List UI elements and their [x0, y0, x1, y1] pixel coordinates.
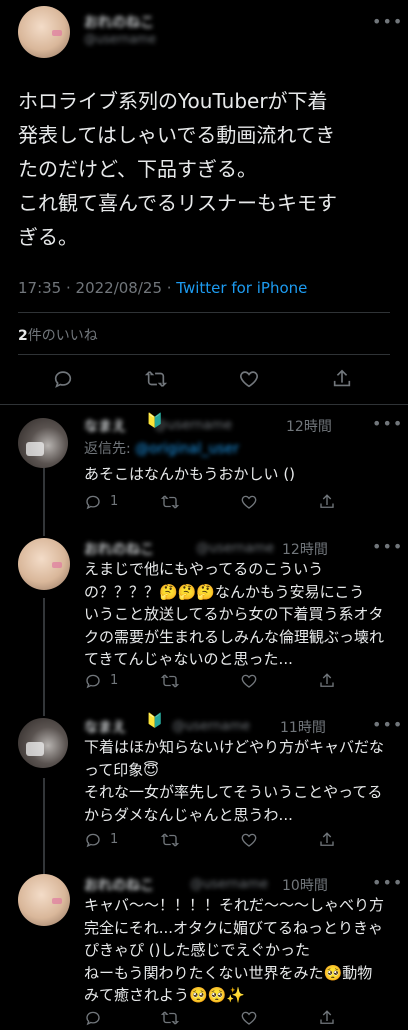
reply-time[interactable]: 10時間	[282, 875, 328, 895]
reply-text-line: ねーもう関わりたくない世界をみた🥺動物	[84, 963, 373, 982]
like-icon[interactable]	[240, 493, 258, 511]
thread-line	[43, 778, 45, 874]
thread-line	[43, 466, 45, 536]
reply-text-line: 完全にそれ...オタクに媚びてるねっとりきゃ	[84, 918, 384, 937]
reply-to-handle[interactable]: @original_user	[135, 441, 239, 457]
reply-time[interactable]: 11時間	[280, 717, 326, 737]
reply-to: 返信先: @original_user	[84, 438, 239, 458]
reply-text-line: みて癒されよう🥺🥺✨	[84, 986, 246, 1004]
reply-author-handle[interactable]: @username	[190, 877, 268, 892]
tweet-text-line: ホロライブ系列のYouTuberが下着	[18, 89, 328, 113]
likes-count: 2	[18, 328, 28, 344]
reply-text-line: クの需要が生まれるしみんな倫理観ぶっ壊れ	[84, 627, 385, 646]
verified-emoji: 🔰	[146, 413, 164, 429]
tweet-meta: 17:35 · 2022/08/25 · Twitter for iPhone	[18, 279, 307, 297]
share-icon[interactable]	[318, 493, 336, 511]
reply-icon[interactable]	[52, 368, 74, 390]
tweet-text: ホロライブ系列のYouTuberが下着 発表してはしゃいでる動画流れてき たのだ…	[18, 84, 398, 254]
likes-label: 件のいいね	[27, 328, 98, 344]
more-options-icon[interactable]: •••	[372, 873, 403, 892]
reply-author-name[interactable]: なまえ	[84, 416, 126, 436]
divider	[18, 312, 390, 313]
reply-count: 1	[110, 832, 119, 847]
share-icon[interactable]	[318, 672, 336, 690]
share-icon[interactable]	[318, 1009, 336, 1027]
reply-icon[interactable]	[84, 672, 102, 690]
like-icon[interactable]	[238, 368, 260, 390]
source-link[interactable]: Twitter for iPhone	[176, 279, 307, 297]
likes-stat[interactable]: 2件のいいね	[18, 325, 98, 345]
avatar[interactable]	[18, 538, 70, 590]
reply-author-name[interactable]: おれのねこ	[84, 875, 154, 895]
reply-count: 1	[110, 673, 119, 688]
more-options-icon[interactable]: •••	[372, 414, 403, 433]
timestamp[interactable]: 17:35 · 2022/08/25 ·	[18, 279, 176, 297]
retweet-icon[interactable]	[161, 672, 179, 690]
share-icon[interactable]	[318, 831, 336, 849]
reply-text-line: いうこと放送してるから女の下着買う系オタ	[84, 605, 384, 623]
avatar[interactable]	[18, 718, 68, 768]
like-icon[interactable]	[240, 672, 258, 690]
like-icon[interactable]	[240, 1009, 258, 1027]
reply-text: えまじで他にもやってるのこういう の？？？？🤔🤔🤔なんかもう安易にこう いうこと…	[84, 558, 404, 671]
reply-text-line: それな一女が率先してそういうことやってる	[84, 783, 383, 801]
reply-text: 下着はほか知らないけどやり方がキャバだな って印象😇 それな一女が率先してそうい…	[84, 736, 404, 826]
like-icon[interactable]	[240, 831, 258, 849]
reply-text: あそこはなんかもうおかしい ()	[84, 463, 402, 485]
reply-text-line: からダメなんじゃんと思うわ...	[84, 805, 293, 824]
reply-icon[interactable]	[84, 1009, 102, 1027]
reply-text-line: えまじで他にもやってるのこういう	[84, 560, 324, 578]
divider	[18, 354, 390, 355]
reply-author-name[interactable]: なまえ	[84, 717, 126, 737]
tweet-text-line: ぎる。	[18, 225, 78, 249]
reply-time[interactable]: 12時間	[286, 416, 332, 436]
thread-line	[43, 598, 45, 716]
reply-text-line: の？？？？🤔🤔🤔なんかもう安易にこう	[84, 582, 365, 601]
more-options-icon[interactable]: •••	[372, 537, 403, 556]
reply-to-label: 返信先:	[84, 441, 131, 457]
tweet-text-line: これ観て喜んでるリスナーもキモす	[18, 191, 337, 215]
reply-time[interactable]: 12時間	[282, 539, 328, 559]
reply-text: キャバ～～！！！！それだ～～～しゃべり方 完全にそれ...オタクに媚びてるねっと…	[84, 894, 404, 1007]
reply-text-line: 下着はほか知らないけどやり方がキャバだな	[84, 738, 385, 756]
retweet-icon[interactable]	[161, 831, 179, 849]
divider	[0, 404, 408, 405]
avatar[interactable]	[18, 874, 70, 926]
author-display-name[interactable]: おれのねこ	[84, 12, 154, 32]
avatar[interactable]	[18, 6, 70, 58]
reply-author-handle[interactable]: @username	[172, 719, 250, 734]
tweet-text-line: たのだけど、下品すぎる。	[18, 157, 257, 181]
reply-author-handle[interactable]: @username	[196, 541, 274, 556]
reply-icon[interactable]	[84, 493, 102, 511]
tweet-text-line: 発表してはしゃいでる動画流れてき	[18, 123, 336, 147]
reply-count: 1	[110, 494, 119, 509]
share-icon[interactable]	[331, 368, 353, 390]
reply-author-handle[interactable]: @username	[154, 418, 232, 433]
retweet-icon[interactable]	[161, 1009, 179, 1027]
more-options-icon[interactable]: •••	[372, 12, 403, 31]
reply-icon[interactable]	[84, 831, 102, 849]
reply-author-name[interactable]: おれのねこ	[84, 539, 154, 559]
retweet-icon[interactable]	[145, 368, 167, 390]
author-handle[interactable]: @username	[84, 32, 156, 46]
reply-text-line: ぴきゃぴ ()した感じでえぐかった	[84, 941, 311, 959]
reply-text-line: キャバ～～！！！！それだ～～～しゃべり方	[84, 896, 385, 914]
retweet-icon[interactable]	[161, 493, 179, 511]
more-options-icon[interactable]: •••	[372, 715, 403, 734]
verified-emoji: 🔰	[146, 713, 164, 729]
avatar[interactable]	[18, 418, 68, 468]
reply-text-line: てきてんじゃないのと思った...	[84, 650, 293, 668]
reply-text-line: って印象😇	[84, 760, 159, 779]
reply-text-line: あそこはなんかもうおかしい ()	[84, 465, 296, 483]
